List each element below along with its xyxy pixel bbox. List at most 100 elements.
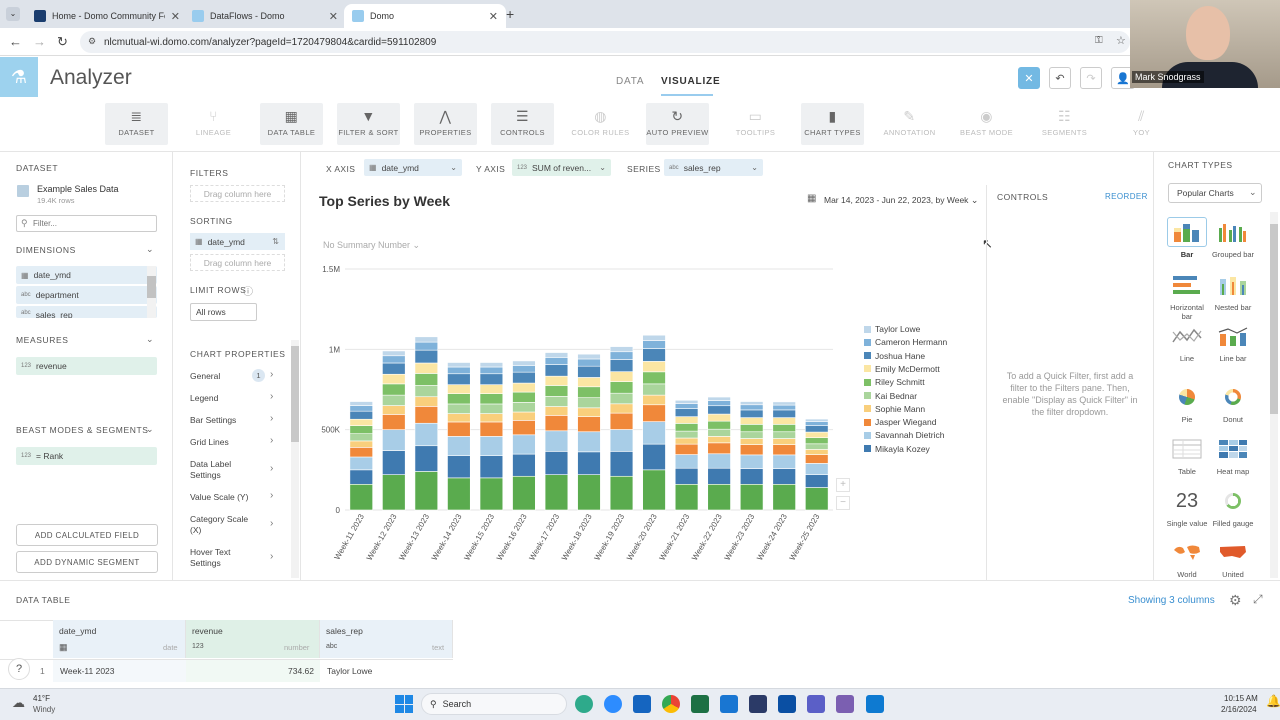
bar-segment[interactable] xyxy=(544,385,569,397)
bar-segment[interactable] xyxy=(414,336,439,343)
vscode-icon[interactable] xyxy=(866,695,884,713)
bar-segment[interactable] xyxy=(447,421,471,437)
bar-segment[interactable] xyxy=(382,450,406,475)
tool-data-table[interactable]: ▦ DATA TABLE xyxy=(260,103,323,145)
bar-segment[interactable] xyxy=(414,445,439,472)
bar-segment[interactable] xyxy=(577,358,601,367)
bar-segment[interactable] xyxy=(642,383,666,396)
bar-segment[interactable] xyxy=(447,413,471,423)
chrome-icon[interactable] xyxy=(662,695,680,713)
bar-segment[interactable] xyxy=(609,351,634,360)
teams-icon[interactable] xyxy=(807,695,825,713)
bar-segment[interactable] xyxy=(382,362,406,375)
bar-segment[interactable] xyxy=(479,477,504,511)
bar-segment[interactable] xyxy=(512,475,536,511)
bar-segment[interactable] xyxy=(707,436,731,444)
chevron-right-icon[interactable]: › xyxy=(270,463,273,474)
bar-segment[interactable] xyxy=(674,430,699,439)
bar-segment[interactable] xyxy=(414,362,439,374)
bar-segment[interactable] xyxy=(674,454,699,469)
tool-annotation[interactable]: ✎ ANNOTATION xyxy=(878,103,941,145)
bar-segment[interactable] xyxy=(805,463,829,475)
copilot-icon[interactable] xyxy=(575,695,593,713)
chart-type-line-bar[interactable]: Line bar xyxy=(1210,321,1256,363)
bar-segment[interactable] xyxy=(577,431,601,453)
bar-segment[interactable] xyxy=(642,443,666,471)
filter-input[interactable] xyxy=(33,217,153,230)
browser-tab-1[interactable]: Home - Domo Community Forum ✕ xyxy=(26,4,188,28)
chart-type-line[interactable]: Line xyxy=(1164,321,1210,363)
info-icon[interactable]: ⓘ xyxy=(243,283,253,298)
chart-type-nested-bar[interactable]: Nested bar xyxy=(1210,270,1256,312)
bar-segment[interactable] xyxy=(382,474,406,511)
browser-tab-3[interactable]: Domo ✕ xyxy=(344,4,506,28)
bar-segment[interactable] xyxy=(544,364,569,377)
bar-segment[interactable] xyxy=(479,366,504,375)
bar-segment[interactable] xyxy=(382,405,406,415)
bar-segment[interactable] xyxy=(382,429,406,451)
bar-segment[interactable] xyxy=(772,417,796,425)
bar-segment[interactable] xyxy=(479,436,504,456)
chart-type-heat-map[interactable]: Heat map xyxy=(1210,434,1256,476)
chart-family-select[interactable]: Popular Charts ⌄ xyxy=(1168,183,1262,203)
excel-icon[interactable] xyxy=(691,695,709,713)
bar-segment[interactable] xyxy=(609,451,634,477)
chevron-right-icon[interactable]: › xyxy=(270,369,273,380)
bar-segment[interactable] xyxy=(479,384,504,394)
calendar-app-icon[interactable] xyxy=(720,695,738,713)
bar-segment[interactable] xyxy=(707,428,731,437)
bar-segment[interactable] xyxy=(414,396,439,407)
teams-alt-icon[interactable] xyxy=(836,695,854,713)
y-axis-field[interactable]: 123 SUM of reven... ⌄ xyxy=(512,159,611,176)
word-icon[interactable] xyxy=(778,695,796,713)
bar-segment[interactable] xyxy=(349,483,373,511)
add-calculated-field-button[interactable]: ADD CALCULATED FIELD xyxy=(16,524,158,546)
property-hover-text-settings[interactable]: Hover Text Settings xyxy=(190,547,245,569)
bar-segment[interactable] xyxy=(772,468,796,485)
legend-item[interactable]: Sophie Mann xyxy=(864,404,925,414)
legend-item[interactable]: Emily McDermott xyxy=(864,364,940,374)
reorder-link[interactable]: REORDER xyxy=(1105,192,1148,201)
bar-segment[interactable] xyxy=(772,404,796,411)
chart-type-filled-gauge[interactable]: Filled gauge xyxy=(1210,486,1256,528)
property-grid-lines[interactable]: Grid Lines xyxy=(190,437,229,447)
bar-segment[interactable] xyxy=(772,409,796,418)
bar-segment[interactable] xyxy=(609,392,634,405)
chevron-right-icon[interactable]: › xyxy=(270,413,273,424)
legend-item[interactable]: Savannah Dietrich xyxy=(864,430,944,440)
tool-auto-preview[interactable]: ↻ AUTO PREVIEW xyxy=(646,103,709,145)
bar-segment[interactable] xyxy=(349,447,373,458)
chart-type-pie[interactable]: Pie xyxy=(1164,382,1210,424)
legend-item[interactable]: Mikayla Kozey xyxy=(864,444,930,454)
address-bar[interactable]: ⚙ nlcmutual-wi.domo.com/analyzer?pageId=… xyxy=(80,31,1130,53)
bar-segment[interactable] xyxy=(577,365,601,378)
bar-segment[interactable] xyxy=(674,423,699,432)
bar-segment[interactable] xyxy=(512,402,536,413)
bar-segment[interactable] xyxy=(512,382,536,393)
bar-segment[interactable] xyxy=(707,400,731,407)
bar-segment[interactable] xyxy=(447,436,471,456)
redo-button[interactable]: ↷ xyxy=(1080,67,1102,89)
bar-segment[interactable] xyxy=(479,455,504,479)
legend-item[interactable]: Cameron Hermann xyxy=(864,337,947,347)
bar-segment[interactable] xyxy=(805,421,829,426)
bar-segment[interactable] xyxy=(805,443,829,450)
chevron-right-icon[interactable]: › xyxy=(270,490,273,501)
bar-segment[interactable] xyxy=(739,417,764,425)
chevron-down-icon[interactable]: ⌄ xyxy=(751,163,758,172)
bar-segment[interactable] xyxy=(414,385,439,398)
bar-segment[interactable] xyxy=(479,413,504,423)
bar-segment[interactable] xyxy=(512,453,536,477)
chart-type-united[interactable]: United xyxy=(1210,537,1256,579)
bar-segment[interactable] xyxy=(707,442,731,455)
tool-tooltips[interactable]: ▭ TOOLTIPS xyxy=(724,103,787,145)
bar-segment[interactable] xyxy=(642,348,666,362)
legend-item[interactable]: Jasper Wiegand xyxy=(864,417,936,427)
bar-segment[interactable] xyxy=(414,406,439,424)
bar-segment[interactable] xyxy=(544,406,569,416)
chart-type-bar[interactable]: Bar xyxy=(1164,217,1210,259)
reload-icon[interactable]: ↻ xyxy=(57,34,68,50)
chart-type-single-value[interactable]: 23 Single value xyxy=(1164,486,1210,529)
bar-segment[interactable] xyxy=(739,401,764,406)
browser-tab-2[interactable]: DataFlows - Domo ✕ xyxy=(184,4,346,28)
